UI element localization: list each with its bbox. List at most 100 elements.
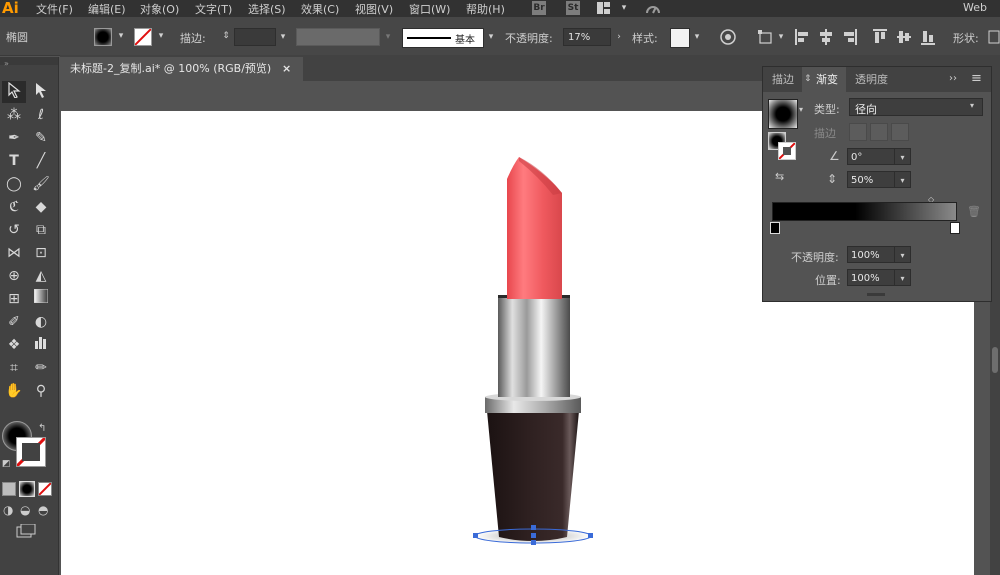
none-mode-icon[interactable] xyxy=(38,482,52,496)
recolor-artwork-icon[interactable] xyxy=(720,29,736,45)
stroke-indicator[interactable] xyxy=(778,142,796,160)
curvature-tool-icon[interactable]: ✎ xyxy=(30,128,52,148)
close-tab-icon[interactable]: × xyxy=(282,57,291,81)
width-tool-icon[interactable]: ⋈ xyxy=(3,243,25,263)
chevron-right-icon[interactable]: › xyxy=(612,30,626,44)
opacity-field[interactable]: 17% xyxy=(563,28,611,46)
menu-window[interactable]: 窗口(W) xyxy=(409,1,450,17)
shaper-tool-icon[interactable]: ℭ xyxy=(3,197,25,217)
fill-swatch[interactable] xyxy=(94,28,112,46)
opacity-label[interactable]: 不透明度: xyxy=(505,30,553,46)
brush-definition[interactable]: 基本 xyxy=(402,28,484,48)
menu-edit[interactable]: 编辑(E) xyxy=(88,1,126,17)
graphic-style-swatch[interactable] xyxy=(670,28,690,48)
gradient-slider[interactable] xyxy=(772,202,957,221)
ellipse-tool-icon[interactable]: ◯ xyxy=(3,174,25,194)
eraser-icon[interactable]: ◆ xyxy=(30,197,52,217)
chevron-down-icon[interactable]: ▾ xyxy=(690,30,704,44)
tab-expand-icon[interactable]: ⇕ xyxy=(804,74,812,84)
variable-width-field[interactable] xyxy=(296,28,380,46)
gradient-stop-black[interactable] xyxy=(770,222,780,234)
chevron-down-icon[interactable]: ▾ xyxy=(895,269,911,286)
slice-tool-icon[interactable]: ✏ xyxy=(30,358,52,378)
workspace-switcher[interactable]: Web xyxy=(963,1,987,14)
lasso-icon[interactable]: ℓ xyxy=(30,105,52,125)
stroke-along-icon[interactable] xyxy=(870,123,888,141)
zoom-tool-icon[interactable]: ⚲ xyxy=(30,381,52,401)
align-middle-icon[interactable] xyxy=(897,29,911,45)
stroke-color-swatch[interactable] xyxy=(16,437,46,467)
align-right-icon[interactable] xyxy=(843,29,857,45)
scroll-thumb[interactable] xyxy=(992,347,998,373)
swap-colors-icon[interactable]: ↰ xyxy=(38,423,46,434)
default-colors-icon[interactable]: ◩ xyxy=(2,459,11,469)
transform-icon[interactable] xyxy=(758,29,774,45)
gpu-performance-icon[interactable] xyxy=(645,1,661,15)
arrange-documents-icon[interactable] xyxy=(597,2,610,14)
draw-inside-icon[interactable]: ◓ xyxy=(38,503,48,517)
magic-wand-icon[interactable]: ⁂ xyxy=(3,105,25,125)
perspective-grid-icon[interactable]: ◭ xyxy=(30,266,52,286)
chevron-down-icon[interactable]: ▾ xyxy=(617,1,631,15)
align-center-icon[interactable] xyxy=(819,29,833,45)
blend-tool-icon[interactable]: ◐ xyxy=(30,312,52,332)
menu-select[interactable]: 选择(S) xyxy=(248,1,286,17)
symbol-sprayer-icon[interactable]: ❖ xyxy=(3,335,25,355)
screen-mode-icon[interactable] xyxy=(16,523,36,538)
type-tool-icon[interactable]: T xyxy=(3,151,25,171)
chevron-down-icon[interactable]: ▾ xyxy=(895,171,911,188)
tab-transparency[interactable]: 透明度 xyxy=(855,67,888,92)
stroke-across-icon[interactable] xyxy=(891,123,909,141)
stepper-icon[interactable]: ⇕ xyxy=(219,29,233,43)
stock-button[interactable]: St xyxy=(566,1,580,15)
chevron-down-icon[interactable]: ▾ xyxy=(895,246,911,263)
align-bottom-icon[interactable] xyxy=(921,29,935,45)
silver-tube[interactable] xyxy=(498,295,570,397)
pen-tool-icon[interactable]: ✒ xyxy=(3,128,25,148)
stroke-within-icon[interactable] xyxy=(849,123,867,141)
menu-effect[interactable]: 效果(C) xyxy=(301,1,339,17)
document-tab[interactable]: 未标题-2_复制.ai* @ 100% (RGB/预览) × xyxy=(60,57,303,81)
rotate-tool-icon[interactable]: ↺ xyxy=(3,220,25,240)
gradient-type-select[interactable]: 径向 ▾ xyxy=(849,98,983,116)
stroke-weight-field[interactable] xyxy=(234,28,276,46)
angle-field[interactable]: 0° xyxy=(847,148,895,165)
lipstick-bullet[interactable] xyxy=(507,157,562,299)
menu-type[interactable]: 文字(T) xyxy=(195,1,232,17)
gradient-tool-icon[interactable] xyxy=(30,288,52,309)
stop-opacity-field[interactable]: 100% xyxy=(847,246,895,263)
stroke-swatch[interactable] xyxy=(134,28,152,46)
column-graph-icon[interactable] xyxy=(30,335,52,355)
eyedropper-icon[interactable]: ✐ xyxy=(3,312,25,332)
chevron-down-icon[interactable]: ▾ xyxy=(895,148,911,165)
gradient-stop-white[interactable] xyxy=(950,222,960,234)
draw-normal-icon[interactable]: ◑ xyxy=(3,503,13,517)
align-left-icon[interactable] xyxy=(795,29,809,45)
scale-tool-icon[interactable]: ⧉ xyxy=(30,220,52,240)
chevron-down-icon[interactable]: ▾ xyxy=(381,30,395,44)
panel-menu-icon[interactable]: ≡ xyxy=(971,71,982,86)
mesh-tool-icon[interactable]: ⊞ xyxy=(3,289,25,309)
menu-view[interactable]: 视图(V) xyxy=(355,1,393,17)
free-transform-icon[interactable]: ⊡ xyxy=(30,243,52,263)
chevron-down-icon[interactable]: ▾ xyxy=(799,105,803,114)
hand-tool-icon[interactable]: ✋ xyxy=(3,381,25,401)
bridge-button[interactable]: Br xyxy=(532,1,546,15)
fill-dropdown-icon[interactable]: ▾ xyxy=(114,29,128,43)
menu-help[interactable]: 帮助(H) xyxy=(466,1,505,17)
reverse-gradient-icon[interactable]: ⇆ xyxy=(775,170,784,183)
chevron-down-icon[interactable]: ▾ xyxy=(484,30,498,44)
panel-resize-grip[interactable] xyxy=(867,293,885,296)
stroke-dropdown-icon[interactable]: ▾ xyxy=(154,29,168,43)
stop-location-field[interactable]: 100% xyxy=(847,269,895,286)
align-top-icon[interactable] xyxy=(873,29,887,45)
paintbrush-icon[interactable]: 🖌 xyxy=(30,174,52,194)
draw-behind-icon[interactable]: ◒ xyxy=(20,503,30,517)
line-tool-icon[interactable]: ╱ xyxy=(30,151,52,171)
collapse-icon[interactable]: » xyxy=(4,59,9,68)
lipstick-case[interactable] xyxy=(487,411,579,541)
tab-gradient[interactable]: 渐变 xyxy=(816,67,838,92)
delete-stop-icon[interactable]: 🗑 xyxy=(967,205,981,218)
shape-builder-icon[interactable]: ⊕ xyxy=(3,266,25,286)
menu-object[interactable]: 对象(O) xyxy=(140,1,179,17)
